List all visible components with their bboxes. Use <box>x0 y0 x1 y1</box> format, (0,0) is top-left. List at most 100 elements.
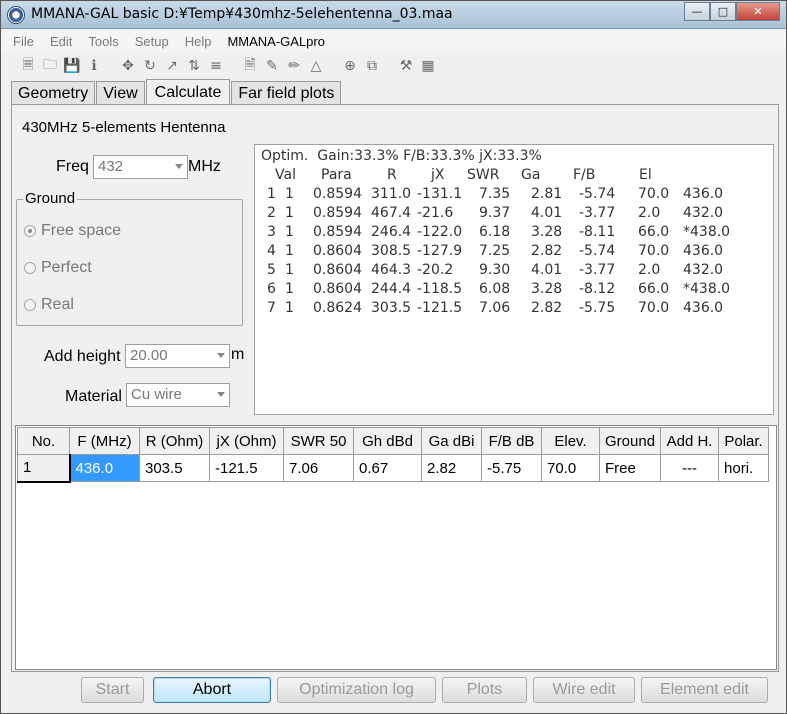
abort-button[interactable]: Abort <box>153 677 271 703</box>
move-icon[interactable]: ✥ <box>117 55 139 77</box>
menu-setup[interactable]: Setup <box>135 34 169 49</box>
triangle-icon[interactable]: △ <box>305 55 327 77</box>
table-cell[interactable]: 70.0 <box>541 454 600 482</box>
optim-cell: -3.77 <box>579 205 616 221</box>
table-cell[interactable]: Free <box>598 454 662 482</box>
info-icon[interactable]: ℹ <box>83 55 105 77</box>
chevron-down-icon[interactable] <box>217 353 225 358</box>
radio-icon[interactable] <box>24 299 36 311</box>
optimization-log-button[interactable]: Optimization log <box>277 677 436 703</box>
optim-cell: -8.11 <box>579 224 616 240</box>
column-header[interactable]: Add H. <box>660 427 720 455</box>
freq-combo[interactable]: 432 <box>93 155 188 179</box>
menu-file[interactable]: File <box>13 34 34 49</box>
table-cell[interactable]: 2.82 <box>421 454 482 482</box>
menu-mmana-galpro[interactable]: MMANA-GALpro <box>227 34 325 49</box>
optim-cell: 2.82 <box>531 300 563 316</box>
table-cell[interactable]: 7.06 <box>283 454 354 482</box>
table-header-row: No. F (MHz) R (Ohm) jX (Ohm) SWR 50 Gh dBd Ga … <box>17 427 770 455</box>
optim-cell: 1 <box>285 243 294 259</box>
table-cell[interactable]: 0.67 <box>353 454 422 482</box>
column-header[interactable]: Ga dBi <box>421 427 482 455</box>
chevron-down-icon[interactable] <box>175 164 183 169</box>
new-file-icon[interactable]: 🗏 <box>17 55 39 77</box>
table-cell[interactable]: 303.5 <box>139 454 210 482</box>
close-icon[interactable]: ✕ <box>736 2 780 21</box>
optimization-results[interactable]: Optim. Gain:33.3% F/B:33.3% jX:33.3% Val… <box>254 144 774 415</box>
table-row[interactable]: 1 436.0 303.5 -121.5 7.06 0.67 2.82 -5.75 70.0 Fr… <box>17 454 770 483</box>
table-cell[interactable]: hori. <box>718 454 770 482</box>
tools-icon[interactable]: ⚒ <box>395 55 417 77</box>
column-header[interactable]: F/B dB <box>481 427 542 455</box>
maximize-icon[interactable]: □ <box>710 2 736 21</box>
rotate-icon[interactable]: ↻ <box>139 55 161 77</box>
table-cell[interactable]: --- <box>660 454 720 482</box>
optim-cell: -8.12 <box>579 281 616 297</box>
column-header[interactable]: jX (Ohm) <box>209 427 284 455</box>
radio-label: Perfect <box>41 259 92 276</box>
sliders-icon[interactable]: ≡ <box>205 55 227 77</box>
tab-view[interactable]: View <box>96 81 145 105</box>
target-icon[interactable]: ⊕ <box>339 55 361 77</box>
column-header[interactable]: Ground <box>598 427 662 455</box>
column-header[interactable]: Polar. <box>718 427 770 455</box>
tab-calculate[interactable]: Calculate <box>145 79 231 106</box>
table-cell[interactable]: -5.75 <box>481 454 542 482</box>
column-header[interactable]: Elev. <box>541 427 600 455</box>
radio-icon[interactable] <box>24 262 36 274</box>
table-cell[interactable]: -121.5 <box>209 454 284 482</box>
tab-geometry[interactable]: Geometry <box>11 81 96 105</box>
optim-cell: 1 <box>285 300 294 316</box>
results-table: No. F (MHz) R (Ohm) jX (Ohm) SWR 50 Gh dBd Ga … <box>17 427 770 483</box>
column-header[interactable]: No. <box>17 427 70 455</box>
element-edit-button[interactable]: Element edit <box>641 677 768 703</box>
column-header[interactable]: Gh dBd <box>353 427 422 455</box>
results-grid[interactable]: No. F (MHz) R (Ohm) jX (Ohm) SWR 50 Gh dBd Ga … <box>15 425 777 670</box>
add-height-combo[interactable]: 20.00 <box>125 344 230 368</box>
open-folder-icon[interactable]: 🗀 <box>39 55 61 77</box>
start-button[interactable]: Start <box>81 677 144 703</box>
optim-cell: -121.5 <box>417 300 463 316</box>
chevron-down-icon[interactable] <box>217 392 225 397</box>
column-header[interactable]: R (Ohm) <box>139 427 210 455</box>
add-height-label: Add height <box>44 348 121 365</box>
plots-button[interactable]: Plots <box>442 677 527 703</box>
optim-column-header: Val <box>275 167 296 183</box>
menu-tools[interactable]: Tools <box>88 34 118 49</box>
optim-cell: 432.0 <box>683 205 724 221</box>
optim-cell: 1 <box>267 186 276 202</box>
save-icon[interactable]: 💾 <box>61 55 83 77</box>
menu-help[interactable]: Help <box>185 34 212 49</box>
radio-perfect[interactable]: Perfect <box>24 259 92 277</box>
radio-free-space[interactable]: Free space <box>24 222 121 240</box>
elevation-icon[interactable]: ⇅ <box>183 55 205 77</box>
pen-icon[interactable]: ✎ <box>261 55 283 77</box>
optim-cell: 0.8624 <box>313 300 362 316</box>
wire-edit-button[interactable]: Wire edit <box>533 677 635 703</box>
radio-checked-icon[interactable] <box>24 225 36 237</box>
optim-cell: 66.0 <box>638 281 670 297</box>
table-cell[interactable]: 1 <box>17 454 71 483</box>
ground-group: Ground Free space Perfect Real <box>16 190 243 326</box>
tab-far-field-plots[interactable]: Far field plots <box>231 81 342 105</box>
radio-real[interactable]: Real <box>24 296 74 314</box>
menu-edit[interactable]: Edit <box>50 34 72 49</box>
column-header[interactable]: SWR 50 <box>283 427 354 455</box>
app-icon[interactable] <box>7 6 25 24</box>
column-header[interactable]: F (MHz) <box>69 427 140 455</box>
pencil-icon[interactable]: ✏ <box>283 55 305 77</box>
optim-column-header: F/B <box>573 167 596 183</box>
scale-icon[interactable]: ↗ <box>161 55 183 77</box>
calculator-icon[interactable]: ▦ <box>417 55 439 77</box>
selected-cell[interactable]: 436.0 <box>69 454 140 482</box>
optim-cell: -131.1 <box>417 186 463 202</box>
optim-cell: 1 <box>285 281 294 297</box>
copy-icon[interactable]: ⧉ <box>361 55 383 77</box>
optim-cell: 2.81 <box>531 186 563 202</box>
material-combo[interactable]: Cu wire <box>126 383 230 407</box>
optim-cell: 6.08 <box>479 281 511 297</box>
optim-header: Optim. Gain:33.3% F/B:33.3% jX:33.3% <box>261 148 542 164</box>
minimize-icon[interactable]: — <box>684 2 710 21</box>
document-icon[interactable]: 🗎 <box>239 55 261 77</box>
title-bar: MMANA-GAL basic D:¥Temp¥430mhz-5elehente… <box>1 1 786 29</box>
